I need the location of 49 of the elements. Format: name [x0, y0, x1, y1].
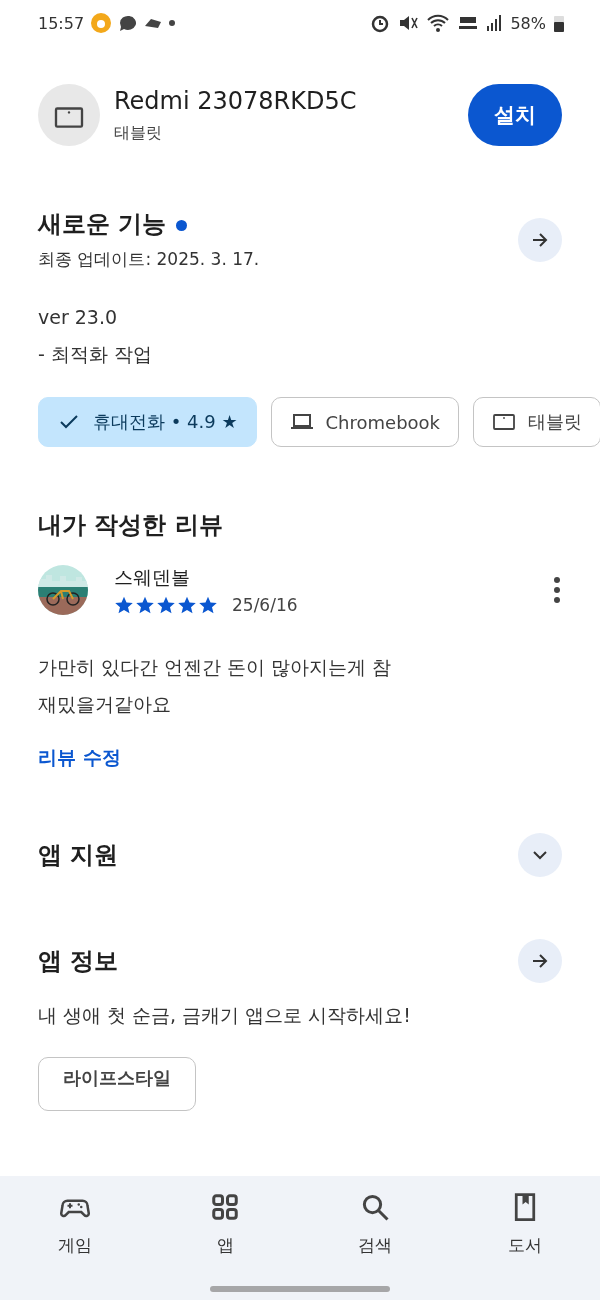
release-note: ver 23.0 [38, 305, 119, 330]
nav-tab[interactable]: 검색 [300, 1192, 450, 1257]
cloud-icon [144, 17, 163, 29]
chevron-down-icon [533, 851, 547, 860]
star-icon [177, 595, 197, 615]
notification-icon [90, 12, 113, 34]
device-chip[interactable]: Chromebook [270, 397, 460, 447]
grid-icon [210, 1192, 240, 1222]
status-time: 15:57 [38, 13, 85, 33]
reviewer-name: 스웨덴볼 [114, 565, 191, 590]
app-name: Redmi 23078RKD5C [114, 86, 357, 115]
arrow-icon [532, 232, 548, 247]
install-button[interactable]: 설치 [468, 84, 562, 146]
more-icon[interactable] [552, 576, 562, 604]
device-chip[interactable]: 휴대전화 • 4.9 ★ [38, 397, 257, 447]
section-title: 내가 작성한 리뷰 [38, 510, 223, 541]
release-note: - 최적화 작업 [38, 342, 153, 367]
search-icon [360, 1192, 390, 1222]
hd-voice-icon [458, 14, 479, 32]
section-title: 새로운 기능 [38, 210, 167, 238]
star-icon [156, 595, 176, 615]
dot-icon [168, 19, 177, 27]
category-chip[interactable]: 라이프스타일 [38, 1057, 196, 1111]
wifi-icon [426, 13, 451, 33]
alarm-icon [370, 13, 391, 33]
new-dot [176, 219, 188, 231]
app-description: 내 생애 첫 순금, 금캐기 앱으로 시작하세요! [37, 1003, 412, 1028]
arrow-button[interactable] [518, 217, 562, 262]
section-title: 앱 정보 [38, 946, 119, 977]
nav-tab[interactable]: 게임 [0, 1192, 150, 1257]
signal-icon [486, 14, 503, 32]
battery-icon [554, 14, 564, 32]
star-icon [135, 595, 155, 615]
mute-icon [398, 13, 419, 33]
chat-icon [118, 14, 139, 32]
nav-tab[interactable]: 도서 [450, 1192, 600, 1257]
star-icon [114, 595, 134, 615]
nav-tab[interactable]: 앱 [150, 1192, 300, 1257]
review-date: 25/6/16 [232, 595, 298, 615]
device-chip[interactable]: 태블릿 [473, 397, 600, 447]
arrow-button[interactable] [518, 939, 562, 983]
section-title: 앱 지원 [38, 840, 119, 871]
arrow-icon [532, 954, 548, 968]
review-text: 가만히 있다간 언젠간 돈이 많아지는게 참 재밌을거같아요 [37, 655, 393, 717]
battery-percent: 58% [510, 13, 546, 33]
update-date: 최종 업데이트: 2025. 3. 17. [38, 248, 260, 271]
star-icon [198, 595, 218, 615]
device-label: 태블릿 [114, 122, 163, 144]
edit-review-link[interactable]: 리뷰 수정 [38, 745, 121, 771]
